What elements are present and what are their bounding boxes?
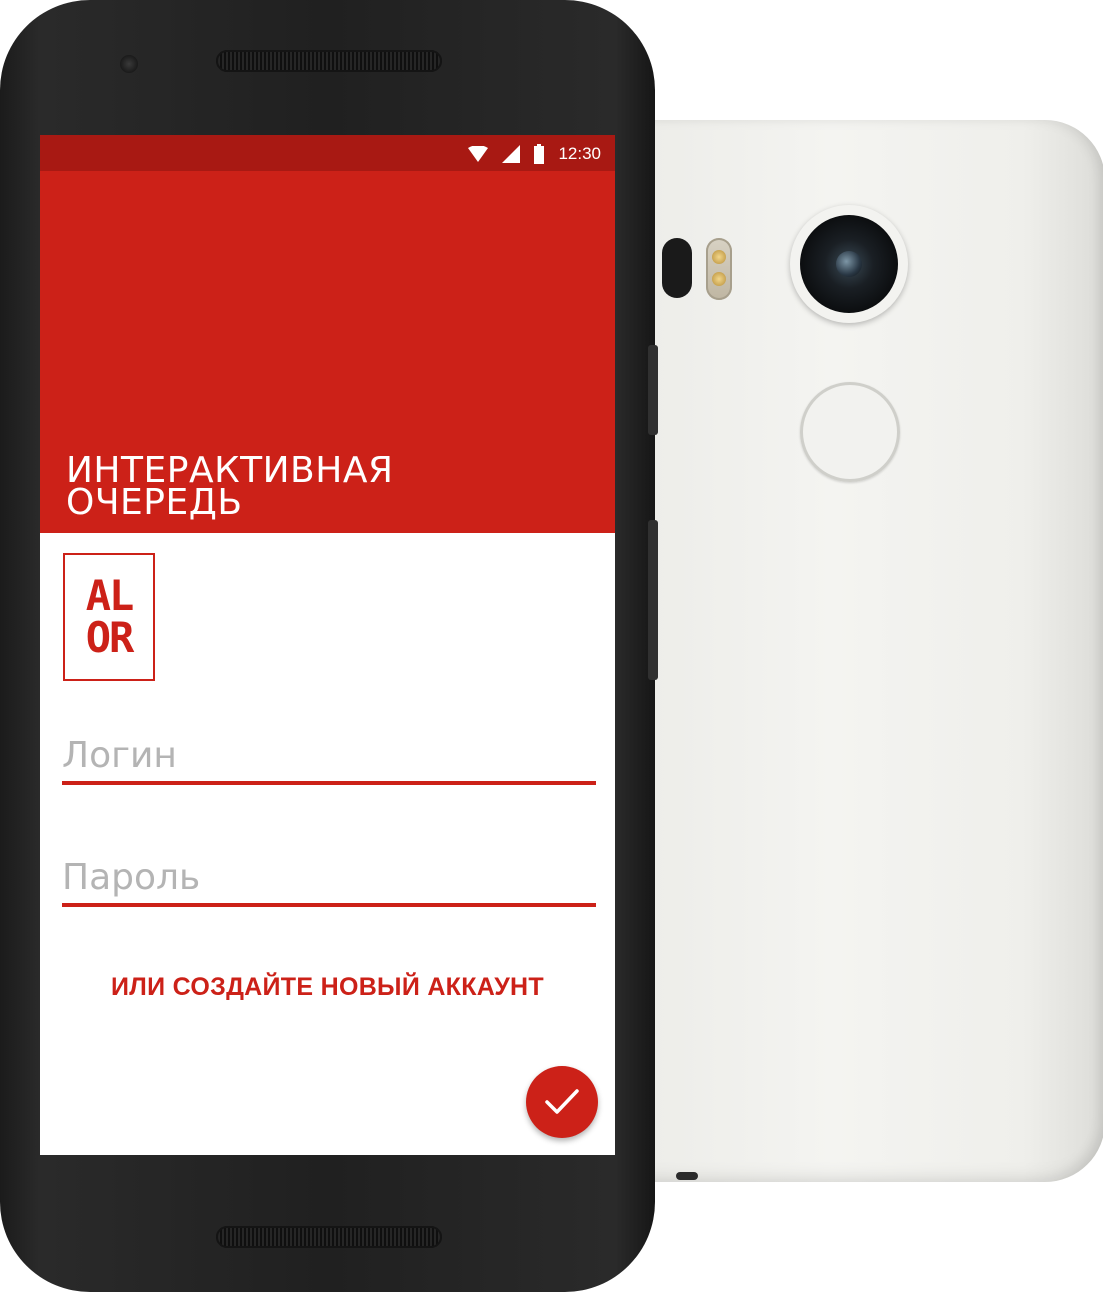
rear-camera-lens (836, 251, 862, 277)
battery-icon (534, 144, 545, 164)
wifi-icon (468, 146, 489, 162)
rear-camera-ring (800, 215, 898, 313)
password-underline (62, 903, 596, 907)
volume-button (648, 520, 658, 680)
login-underline (62, 781, 596, 785)
page-title-line2: ОЧЕРЕДЬ (66, 482, 243, 523)
login-input[interactable] (62, 731, 596, 779)
phone-front-view: 12:30 ИНТЕРАКТИВНАЯ ОЧЕРЕДЬ AL OR Логин … (0, 0, 658, 1292)
password-input[interactable] (62, 853, 596, 901)
page-title: ИНТЕРАКТИВНАЯ ОЧЕРЕДЬ (66, 453, 393, 523)
signal-icon (502, 145, 521, 163)
status-time: 12:30 (558, 144, 601, 163)
checkmark-icon (545, 1089, 579, 1114)
microphone-port (676, 1172, 698, 1180)
top-speaker-grille (216, 50, 442, 72)
front-camera-icon (120, 55, 138, 73)
fingerprint-sensor-icon (800, 382, 900, 482)
status-bar: 12:30 (40, 135, 615, 171)
device-mockup: 12:30 ИНТЕРАКТИВНАЯ ОЧЕРЕДЬ AL OR Логин … (0, 0, 1103, 1292)
alor-logo: AL OR (63, 553, 155, 681)
bottom-speaker-grille (216, 1226, 442, 1248)
flash-icon (706, 238, 732, 300)
status-icons: 12:30 (468, 143, 601, 165)
power-button (648, 345, 658, 435)
password-field (62, 853, 596, 913)
create-account-link[interactable]: ИЛИ СОЗДАЙТЕ НОВЫЙ АККАУНТ (40, 973, 615, 1002)
submit-button[interactable] (526, 1066, 598, 1138)
app-screen: 12:30 ИНТЕРАКТИВНАЯ ОЧЕРЕДЬ AL OR Логин … (40, 135, 615, 1155)
logo-text-bottom: OR (85, 613, 135, 662)
laser-sensor (662, 238, 692, 298)
login-field (62, 731, 596, 791)
rear-camera-icon (790, 205, 908, 323)
logo-text-top: AL (85, 571, 135, 620)
app-header: ИНТЕРАКТИВНАЯ ОЧЕРЕДЬ (40, 171, 615, 533)
